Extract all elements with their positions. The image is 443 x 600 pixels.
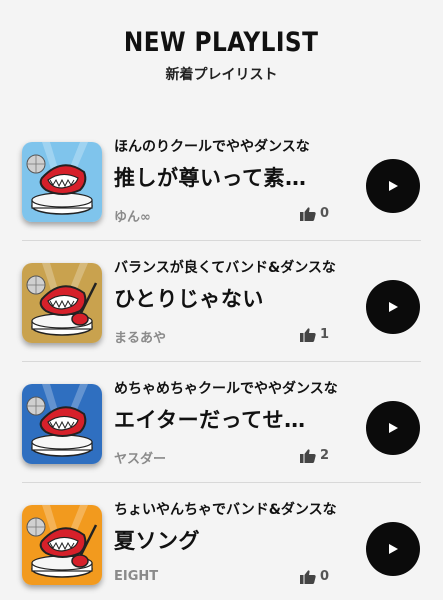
like-counter[interactable]: 2 [300,448,329,463]
play-button[interactable] [366,401,420,455]
playlist-description: ちょいやんちゃでバンド&ダンスな [114,502,337,518]
playlist-row[interactable]: バランスが良くてバンド&ダンスな ひとりじゃない まるあや 1 [0,241,443,362]
playlist-author[interactable]: ゆん∞ [114,206,151,225]
playlist-name[interactable]: エイターだってせ… [114,404,306,434]
mouth-guitar-icon[interactable] [22,263,102,343]
playlist-row[interactable]: ほんのりクールでややダンスな 推しが尊いって素… ゆん∞ 0 [0,120,443,241]
play-button[interactable] [366,159,420,213]
playlist-row[interactable]: めちゃめちゃクールでややダンスな エイターだってせ… ヤスダー 2 [0,362,443,483]
page-subtitle: 新着プレイリスト [165,67,278,83]
thumbs-up-icon[interactable] [300,327,316,342]
like-count: 2 [320,448,330,463]
playlist-description: めちゃめちゃクールでややダンスな [114,381,338,397]
play-button[interactable] [366,280,420,334]
play-button[interactable] [366,522,420,576]
playlist-name[interactable]: 夏ソング [114,525,200,555]
playlist-description: バランスが良くてバンド&ダンスな [114,260,336,276]
like-counter[interactable]: 1 [300,327,329,342]
like-count: 1 [320,327,330,342]
like-count: 0 [320,569,330,584]
play-icon [389,544,398,554]
playlist-name[interactable]: ひとりじゃない [114,283,264,313]
mouth-guitar-icon[interactable] [22,505,102,585]
playlist-author[interactable]: ヤスダー [114,448,166,467]
playlist-description: ほんのりクールでややダンスな [114,139,310,155]
playlist-page: NEW PLAYLIST 新着プレイリスト ほんのりクールでややダンスな 推しが… [0,0,443,600]
playlist-author[interactable]: EIGHT [114,569,158,584]
thumbs-up-icon[interactable] [300,569,316,584]
like-counter[interactable]: 0 [300,206,329,221]
page-title: NEW PLAYLIST [124,27,319,58]
thumbs-up-icon[interactable] [300,206,316,221]
mouth-stage-icon[interactable] [22,384,102,464]
play-icon [389,302,398,312]
playlist-name[interactable]: 推しが尊いって素… [114,162,306,192]
play-icon [389,181,398,191]
mouth-stage-icon[interactable] [22,142,102,222]
playlist-list: ほんのりクールでややダンスな 推しが尊いって素… ゆん∞ 0 バランスが良くてバ… [0,120,443,600]
playlist-author[interactable]: まるあや [114,327,166,346]
like-counter[interactable]: 0 [300,569,329,584]
thumbs-up-icon[interactable] [300,448,316,463]
like-count: 0 [320,206,330,221]
play-icon [389,423,398,433]
playlist-row[interactable]: ちょいやんちゃでバンド&ダンスな 夏ソング EIGHT 0 [0,483,443,600]
page-header: NEW PLAYLIST 新着プレイリスト [0,0,443,84]
